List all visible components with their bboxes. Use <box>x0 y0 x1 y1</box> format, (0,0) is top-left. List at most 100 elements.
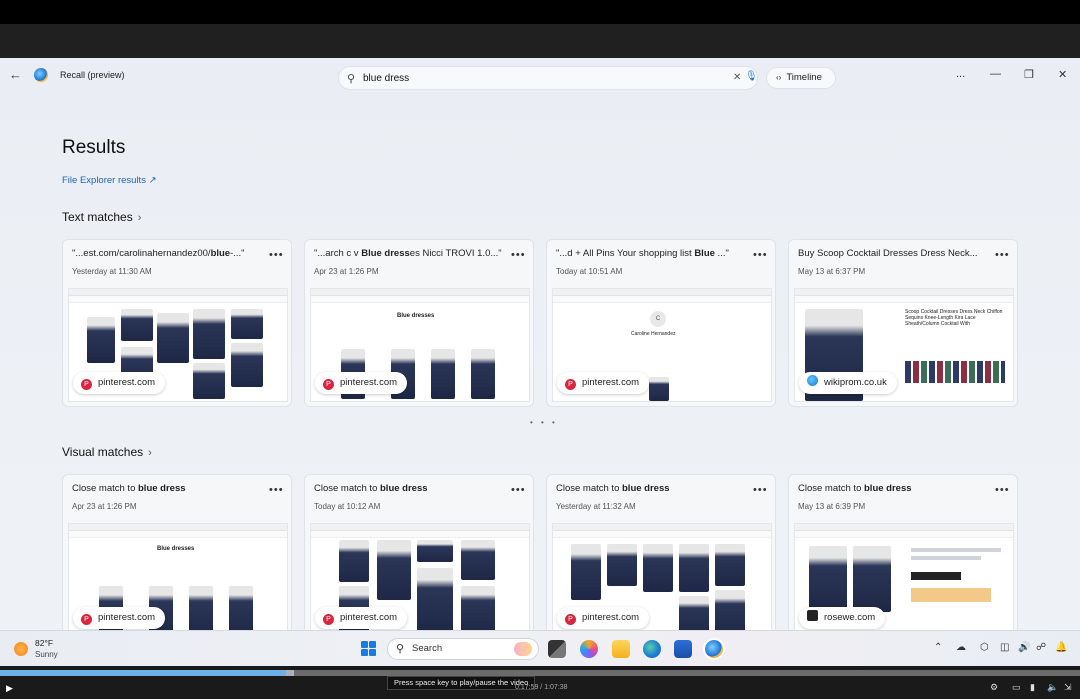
timeline-label: Timeline <box>786 72 822 83</box>
text-matches-header[interactable]: Text matches › <box>62 210 141 224</box>
search-input[interactable] <box>363 70 723 86</box>
close-button[interactable]: ✕ <box>1058 68 1067 81</box>
microphone-icon[interactable]: 🎙 <box>745 71 758 82</box>
card-date: Today at 10:12 AM <box>314 502 381 511</box>
store-icon[interactable] <box>674 640 692 658</box>
taskbar: 82°F Sunny ⚲ Search ⌃ ☁ ⬡ ◫ 🔊 ☍ 🔔 <box>0 630 1080 666</box>
source-badge[interactable]: Ppinterest.com <box>315 372 408 394</box>
card-date: Today at 10:51 AM <box>556 267 623 276</box>
rosewe-icon <box>807 610 818 621</box>
card-date: Apr 23 at 1:26 PM <box>72 502 137 511</box>
weather-condition[interactable]: Sunny <box>35 650 58 659</box>
file-explorer-link[interactable]: File Explorer results ↗ <box>62 175 157 186</box>
video-progress-fill <box>0 670 287 676</box>
card-more-button[interactable]: ••• <box>269 249 284 261</box>
card-more-button[interactable]: ••• <box>511 249 526 261</box>
title-bar: ← Recall (preview) ⚲ ✕ 🎙 ‹›Timeline ... … <box>0 58 1080 96</box>
video-time: 0:17:59 / 1:07:38 <box>515 684 568 691</box>
card-more-button[interactable]: ••• <box>269 484 284 496</box>
visual-matches-header[interactable]: Visual matches › <box>62 445 152 459</box>
more-options-button[interactable]: ... <box>956 68 965 80</box>
source-badge[interactable]: wikiprom.co.uk <box>799 372 897 394</box>
video-player-bar: ▶ Press space key to play/pause the vide… <box>0 666 1080 699</box>
chevron-right-icon: › <box>148 447 152 459</box>
card-title: Close match to blue dress <box>798 483 912 494</box>
recall-window: ← Recall (preview) ⚲ ✕ 🎙 ‹›Timeline ... … <box>0 58 1080 630</box>
visual-match-card[interactable]: Close match to blue dress May 13 at 6:39… <box>788 474 1018 630</box>
taskbar-search-label: Search <box>412 643 443 654</box>
recall-logo-icon <box>34 68 48 82</box>
weather-temperature[interactable]: 82°F <box>35 638 53 648</box>
video-progress-track[interactable] <box>0 670 1080 676</box>
card-more-button[interactable]: ••• <box>995 249 1010 261</box>
card-title: Buy Scoop Cocktail Dresses Dress Neck... <box>798 248 978 259</box>
hexagon-icon[interactable]: ⬡ <box>980 642 989 653</box>
source-badge[interactable]: Ppinterest.com <box>73 607 166 629</box>
file-explorer-icon[interactable] <box>612 640 630 658</box>
windows-start-icon[interactable] <box>361 641 376 656</box>
back-arrow-icon[interactable]: ← <box>9 68 23 82</box>
clear-icon[interactable]: ✕ <box>733 72 741 83</box>
external-link-icon: ↗ <box>148 175 157 186</box>
pinterest-icon: P <box>323 614 334 625</box>
source-badge[interactable]: Ppinterest.com <box>315 607 408 629</box>
visual-match-card[interactable]: Close match to blue dress Apr 23 at 1:26… <box>62 474 292 630</box>
play-pause-tooltip: Press space key to play/pause the video <box>387 676 536 690</box>
card-more-button[interactable]: ••• <box>753 484 768 496</box>
visual-matches-title: Visual matches <box>62 445 144 459</box>
caption-icon[interactable]: ⚙ <box>990 682 998 693</box>
source-badge[interactable]: rosewe.com <box>799 607 886 629</box>
minimize-button[interactable]: — <box>990 68 1001 80</box>
wikiprom-icon <box>807 375 818 386</box>
video-buffer-marker <box>286 670 295 676</box>
sun-icon[interactable] <box>14 642 28 656</box>
text-match-card[interactable]: "...arch c v Blue dresses Nicci TROVI 1.… <box>304 239 534 407</box>
card-more-button[interactable]: ••• <box>753 249 768 261</box>
text-match-card[interactable]: Buy Scoop Cocktail Dresses Dress Neck...… <box>788 239 1018 407</box>
card-more-button[interactable]: ••• <box>995 484 1010 496</box>
source-badge[interactable]: Ppinterest.com <box>557 372 650 394</box>
taskbar-search[interactable]: ⚲ Search <box>387 638 539 660</box>
card-title: "...est.com/carolinahernandez00/blue-...… <box>72 248 245 259</box>
chevron-right-icon: › <box>137 212 142 224</box>
search-highlight-icon <box>514 642 532 656</box>
network-icon[interactable]: ☍ <box>1036 642 1046 653</box>
fullscreen-exit-icon[interactable]: ⇲ <box>1064 682 1072 693</box>
recall-taskbar-icon[interactable] <box>703 638 725 660</box>
pager-dots[interactable]: • • • <box>530 418 558 427</box>
pinterest-icon: P <box>565 379 576 390</box>
card-date: Yesterday at 11:30 AM <box>72 267 152 276</box>
text-match-card[interactable]: "...est.com/carolinahernandez00/blue-...… <box>62 239 292 407</box>
monitor-icon[interactable]: ▭ <box>1012 682 1021 693</box>
chevron-up-icon[interactable]: ⌃ <box>934 642 942 653</box>
top-letterbox <box>0 0 1080 24</box>
card-date: May 13 at 6:37 PM <box>798 267 866 276</box>
display-icon[interactable]: ◫ <box>1000 642 1009 653</box>
page-title: Results <box>62 137 126 158</box>
pinterest-icon: P <box>565 614 576 625</box>
edge-icon[interactable] <box>643 640 661 658</box>
card-date: Apr 23 at 1:26 PM <box>314 267 379 276</box>
video-header-band <box>0 24 1080 58</box>
card-more-button[interactable]: ••• <box>511 484 526 496</box>
cloud-icon[interactable]: ☁ <box>956 642 966 653</box>
restore-button[interactable]: ❐ <box>1024 68 1034 81</box>
timeline-icon: ‹› <box>776 73 782 82</box>
copilot-icon[interactable] <box>580 640 598 658</box>
visual-match-card[interactable]: Close match to blue dress Today at 10:12… <box>304 474 534 630</box>
text-match-card[interactable]: "...d + All Pins Your shopping list Blue… <box>546 239 776 407</box>
signal-icon[interactable]: ▮ <box>1030 682 1035 693</box>
text-matches-title: Text matches <box>62 210 133 224</box>
card-title: Close match to blue dress <box>556 483 670 494</box>
play-icon[interactable]: ▶ <box>6 683 13 694</box>
notification-bell-icon[interactable]: 🔔 <box>1055 642 1067 653</box>
card-title: Close match to blue dress <box>72 483 186 494</box>
volume-icon[interactable]: 🔊 <box>1018 642 1030 653</box>
source-badge[interactable]: Ppinterest.com <box>73 372 166 394</box>
timeline-button[interactable]: ‹› Timeline <box>766 67 836 89</box>
visual-match-card[interactable]: Close match to blue dress Yesterday at 1… <box>546 474 776 630</box>
task-view-icon[interactable] <box>548 640 566 658</box>
source-badge[interactable]: Ppinterest.com <box>557 607 650 629</box>
search-box[interactable]: ⚲ ✕ 🎙 <box>338 66 758 90</box>
speaker-icon[interactable]: 🔈 <box>1047 682 1058 693</box>
